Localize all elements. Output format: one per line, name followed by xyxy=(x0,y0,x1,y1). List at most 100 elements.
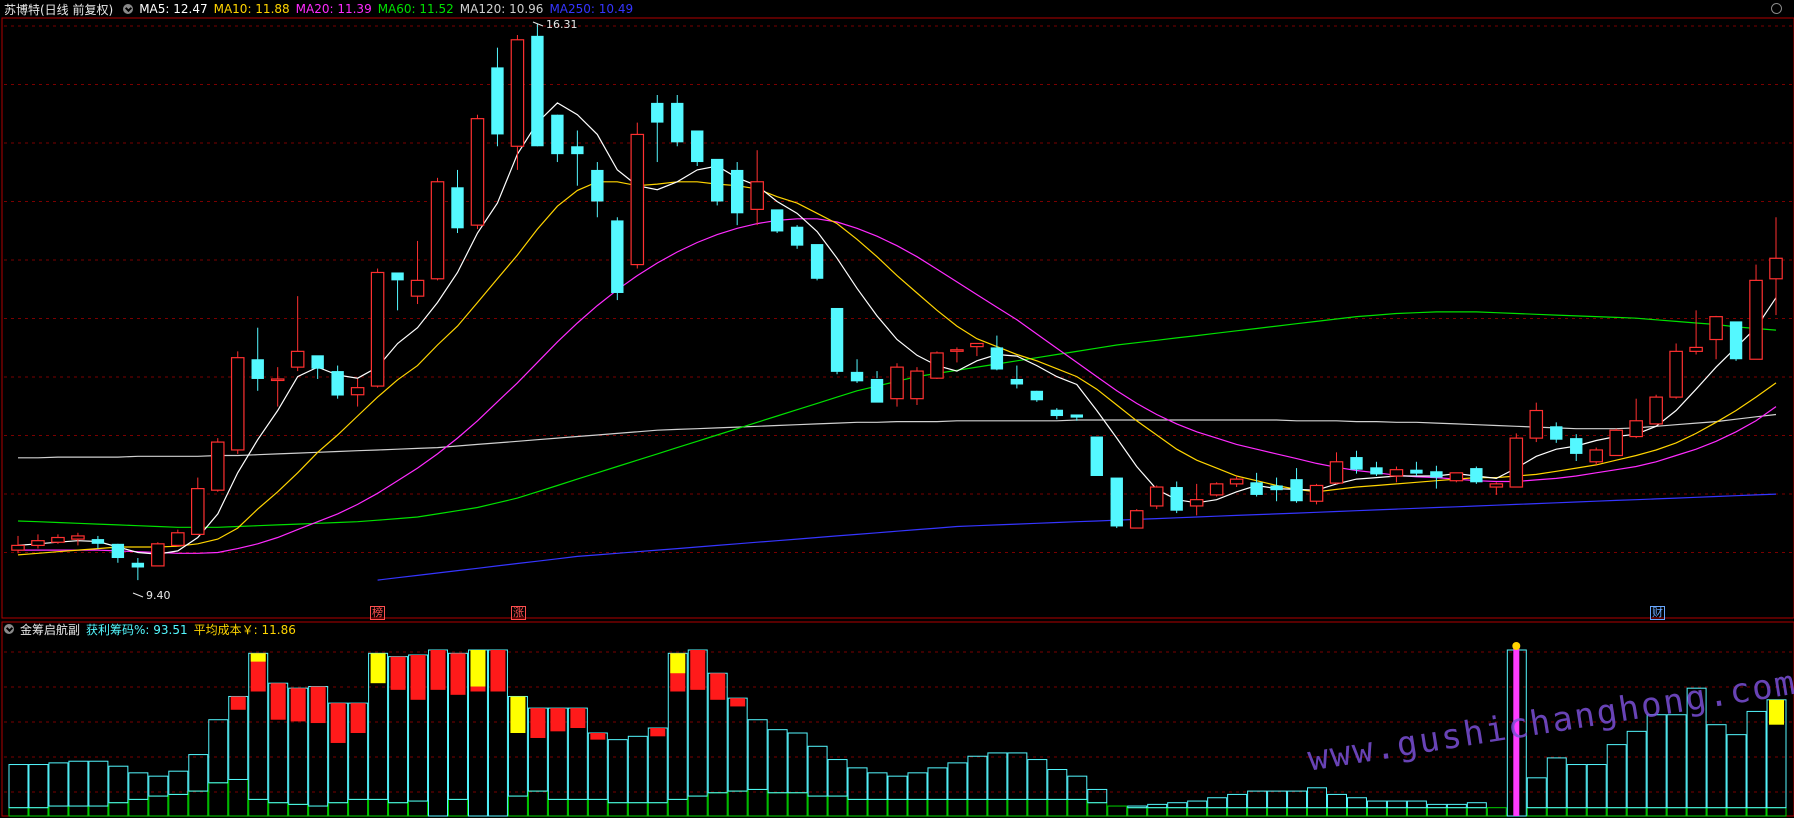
candle-body xyxy=(1250,482,1263,495)
chip-red-band xyxy=(490,650,506,692)
chip-red-band xyxy=(290,688,306,722)
chip-trapped-bar xyxy=(28,807,49,817)
chip-trapped-bar xyxy=(927,798,948,817)
candle-body xyxy=(890,366,904,400)
chip-trapped-bar xyxy=(328,802,349,817)
candle-body xyxy=(91,539,105,544)
chip-red-band xyxy=(430,650,446,690)
chip-profit-bar xyxy=(1227,793,1248,809)
chip-trapped-bar xyxy=(288,803,309,817)
chip-profit-bar xyxy=(727,697,748,792)
chip-trapped-bar xyxy=(787,792,808,817)
chip-trapped-bar xyxy=(68,805,89,817)
candle-body xyxy=(391,272,404,281)
candle-body xyxy=(1649,396,1663,425)
chip-profit-bar xyxy=(1067,775,1088,800)
candle-body xyxy=(111,543,125,559)
chip-profit-bar xyxy=(1666,714,1687,809)
chip-trapped-bar xyxy=(567,798,588,817)
chip-trapped-bar xyxy=(1327,807,1347,817)
chip-profit-bar xyxy=(48,762,69,807)
chip-trapped-bar xyxy=(88,805,109,817)
chip-red-band xyxy=(390,656,406,690)
chip-profit-bar xyxy=(1426,803,1447,809)
settings-toggle-icon[interactable] xyxy=(123,4,134,14)
candle-body xyxy=(531,35,544,147)
candle-body xyxy=(950,349,964,352)
chip-red-band xyxy=(230,696,246,710)
candle-body xyxy=(491,67,504,135)
chip-trapped-bar xyxy=(527,790,548,817)
chip-red-band xyxy=(330,703,346,743)
chip-profit-bar xyxy=(1466,802,1487,809)
candle-body xyxy=(1070,414,1083,418)
chip-profit-bar xyxy=(1646,714,1667,809)
chip-profit-bar xyxy=(1586,764,1607,809)
chip-trapped-bar xyxy=(8,807,29,817)
candle-body xyxy=(770,209,784,232)
chip-profit-bar xyxy=(1267,790,1288,809)
chip-profit-bar xyxy=(1606,744,1627,809)
chip-trapped-bar xyxy=(248,798,269,817)
candle-body xyxy=(1410,469,1423,474)
bang-marker[interactable]: 榜 xyxy=(370,606,385,620)
candle-body xyxy=(510,39,525,147)
chip-red-band xyxy=(270,683,286,720)
chip-trapped-bar xyxy=(907,798,928,817)
chip-profit-bar xyxy=(827,759,848,797)
sub-settings-toggle-icon[interactable] xyxy=(4,624,14,634)
chip-profit-bar xyxy=(1027,759,1048,800)
main-header: 苏博特(日线 前复权) MA5: 12.47 MA10: 11.88 MA20:… xyxy=(0,0,639,18)
chip-red-band xyxy=(650,728,666,737)
window-menu-icon[interactable] xyxy=(1771,3,1782,14)
chip-trapped-bar xyxy=(587,798,608,817)
candle-body xyxy=(1629,420,1643,438)
candle-body xyxy=(790,226,804,246)
chip-profit-bar xyxy=(148,775,169,797)
candle-body xyxy=(1550,426,1563,440)
chip-profit-bar xyxy=(1047,769,1068,800)
candle-body xyxy=(1609,429,1623,457)
chip-yellow-top xyxy=(370,653,386,684)
chip-trapped-bar xyxy=(1307,807,1328,817)
chip-trapped-bar xyxy=(408,800,429,817)
chip-profit-bar xyxy=(1706,724,1727,809)
chip-trapped-bar xyxy=(48,805,69,817)
chip-profit-bar xyxy=(28,764,49,809)
chip-trapped-bar xyxy=(747,788,768,817)
chip-profit-bar xyxy=(987,752,1008,800)
candle-body xyxy=(990,347,1004,370)
cai-marker[interactable]: 财 xyxy=(1650,606,1665,620)
candle-body xyxy=(1129,510,1144,529)
candle-body xyxy=(151,543,165,567)
chip-trapped-bar xyxy=(1486,807,1507,817)
candle-body xyxy=(1370,467,1383,475)
kline-chart[interactable] xyxy=(0,0,1794,818)
chip-profit-bar xyxy=(787,732,808,794)
candle-body xyxy=(370,271,385,387)
chip-profit-bar xyxy=(1566,764,1587,809)
candle-body xyxy=(71,535,85,540)
candle-body xyxy=(730,169,744,214)
chip-profit-bar xyxy=(887,775,908,800)
chip-trapped-bar xyxy=(308,805,329,817)
zhang-marker[interactable]: 涨 xyxy=(511,606,526,620)
chip-profit-bar xyxy=(1446,803,1467,809)
chip-profit-bar xyxy=(88,760,109,807)
chip-red-band xyxy=(730,698,746,707)
candle-body xyxy=(230,357,245,451)
candle-body xyxy=(970,342,984,348)
ma20-label: MA20: 11.39 xyxy=(295,2,372,16)
candle-body xyxy=(1350,457,1363,470)
chip-trapped-bar xyxy=(448,798,468,817)
chip-trapped-bar xyxy=(1047,798,1068,817)
chip-yellow-top xyxy=(470,650,486,687)
ma60-label: MA60: 11.52 xyxy=(377,2,454,16)
chip-profit-bar xyxy=(607,739,628,804)
chip-trapped-bar xyxy=(1586,807,1607,817)
chip-trapped-bar xyxy=(627,802,648,817)
chip-profit-bar xyxy=(208,719,229,784)
chip-red-band xyxy=(550,708,566,732)
high-price-annotation: 16.31 xyxy=(546,18,578,31)
chip-trapped-bar xyxy=(128,798,149,817)
